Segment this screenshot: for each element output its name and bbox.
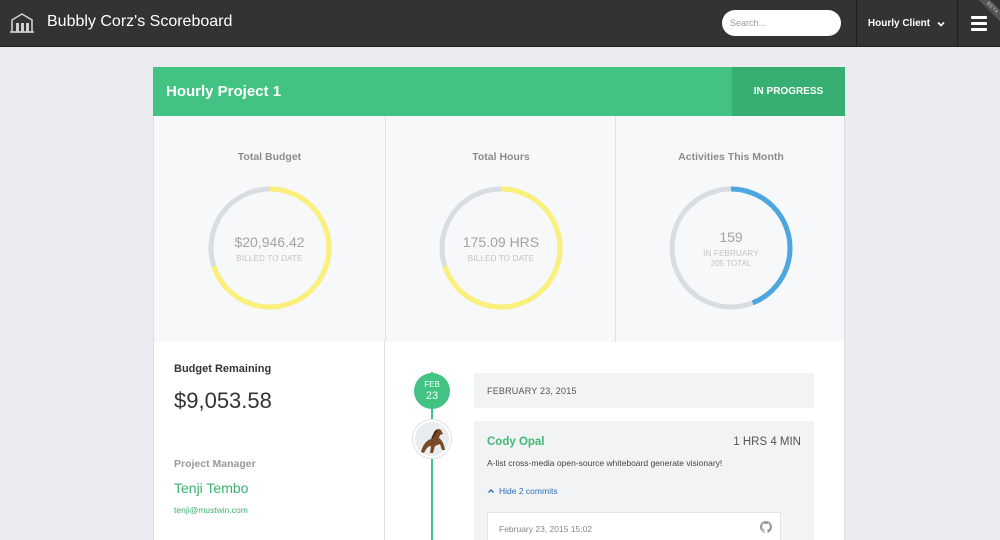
entry-duration: 1 HRS 4 MIN (733, 436, 801, 448)
donut-text: 175.09 HRS BILLED TO DATE (439, 186, 563, 310)
stat-sublabel: IN FEBRUARY (703, 248, 759, 258)
commit-item[interactable]: February 23, 2015 15:02 (487, 512, 781, 540)
stat-total-hours: Total Hours 175.09 HRS BILLED TO DATE (385, 116, 616, 342)
date-heading-bar: FEBRUARY 23, 2015 (474, 373, 814, 408)
logo-icon[interactable] (9, 11, 35, 35)
navbar-divider (856, 0, 857, 47)
stat-label: Total Hours (472, 151, 530, 163)
commit-timestamp: February 23, 2015 15:02 (499, 524, 593, 534)
project-manager-email[interactable]: tenji@mustwin.com (174, 505, 248, 515)
hide-commits-label: Hide 2 commits (499, 486, 558, 496)
stat-sublabel: BILLED TO DATE (236, 253, 303, 263)
github-icon[interactable] (760, 521, 772, 533)
donut-text: 159 IN FEBRUARY 205 TOTAL (669, 186, 793, 310)
date-badge: FEB 23 (414, 373, 450, 409)
hamburger-icon (971, 16, 987, 19)
date-badge-month: FEB (424, 379, 440, 389)
app-title[interactable]: Bubbly Corz's Scoreboard (47, 13, 232, 31)
hamburger-icon (971, 22, 987, 25)
project-manager-name[interactable]: Tenji Tembo (174, 480, 248, 496)
date-badge-day: 23 (425, 389, 439, 402)
user-menu-label: Hourly Client (867, 18, 931, 29)
budget-remaining-value: $9,053.58 (174, 388, 272, 413)
donut-text: $20,946.42 BILLED TO DATE (208, 186, 332, 310)
stat-value: 159 (719, 228, 743, 245)
menu-button[interactable]: BETA (958, 0, 1000, 47)
activity-entry: Cody Opal 1 HRS 4 MIN A-list cross-media… (474, 421, 814, 540)
hamburger-icon (971, 28, 987, 31)
budget-remaining-label: Budget Remaining (174, 363, 272, 375)
status-badge: IN PROGRESS (732, 67, 845, 116)
stat-label: Activities This Month (678, 151, 784, 163)
top-navbar: Bubbly Corz's Scoreboard Hourly Client B… (0, 0, 1000, 47)
chevron-down-icon (937, 21, 945, 27)
stat-sublabel: BILLED TO DATE (467, 253, 535, 263)
stat-label: Total Budget (237, 151, 302, 163)
project-title: Hourly Project 1 (166, 83, 282, 100)
project-header: Hourly Project 1 IN PROGRESS (153, 67, 845, 116)
hide-commits-toggle[interactable]: Hide 2 commits (487, 486, 558, 496)
stats-panel: Total Budget $20,946.42 BILLED TO DATE T… (153, 116, 845, 343)
entry-user-name[interactable]: Cody Opal (487, 436, 545, 448)
entry-description: A-list cross-media open-source whiteboar… (487, 458, 723, 468)
user-menu-dropdown[interactable]: Hourly Client (858, 0, 956, 47)
stat-value: 175.09 HRS (462, 233, 540, 250)
stat-value: $20,946.42 (234, 233, 305, 250)
stat-total: 205 TOTAL (710, 258, 752, 268)
budget-panel: Budget Remaining $9,053.58 Project Manag… (153, 342, 385, 540)
chevron-up-icon (488, 489, 494, 493)
avatar[interactable] (413, 420, 451, 458)
date-heading: FEBRUARY 23, 2015 (487, 386, 577, 396)
search-input[interactable] (722, 10, 841, 36)
stat-activities: Activities This Month 159 IN FEBRUARY 20… (615, 116, 846, 342)
activity-feed: FEB 23 FEBRUARY 23, 2015 Cody Opal 1 HRS… (385, 342, 845, 540)
horse-avatar-icon (415, 422, 449, 456)
stat-total-budget: Total Budget $20,946.42 BILLED TO DATE (154, 116, 385, 342)
project-manager-label: Project Manager (174, 458, 256, 470)
